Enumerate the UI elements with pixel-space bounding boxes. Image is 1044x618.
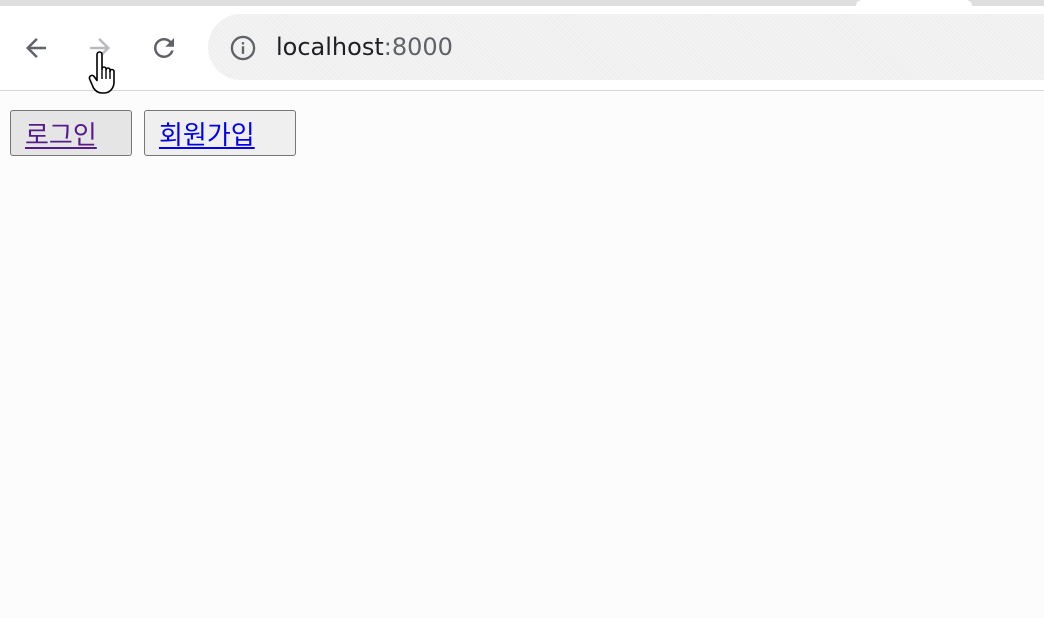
login-button[interactable]: 로그인 xyxy=(10,110,132,156)
url-port: :8000 xyxy=(383,33,453,61)
info-icon[interactable] xyxy=(229,34,257,62)
reload-button[interactable] xyxy=(145,29,183,67)
login-link[interactable]: 로그인 xyxy=(25,115,97,152)
back-button[interactable] xyxy=(17,29,55,67)
arrow-left-icon xyxy=(26,38,46,58)
arrow-right-icon xyxy=(90,38,110,58)
signup-button[interactable]: 회원가입 xyxy=(144,110,296,156)
reload-icon xyxy=(153,37,174,58)
url-host: localhost xyxy=(276,33,384,61)
address-bar[interactable]: localhost:8000 xyxy=(208,14,1044,80)
signup-link[interactable]: 회원가입 xyxy=(159,115,255,152)
url-text[interactable]: localhost:8000 xyxy=(276,30,453,64)
browser-toolbar: localhost:8000 xyxy=(0,0,1044,91)
page-content: 로그인 회원가입 xyxy=(0,91,1044,618)
forward-button[interactable] xyxy=(81,29,119,67)
tab-strip xyxy=(0,0,1044,6)
active-tab[interactable] xyxy=(856,0,972,6)
